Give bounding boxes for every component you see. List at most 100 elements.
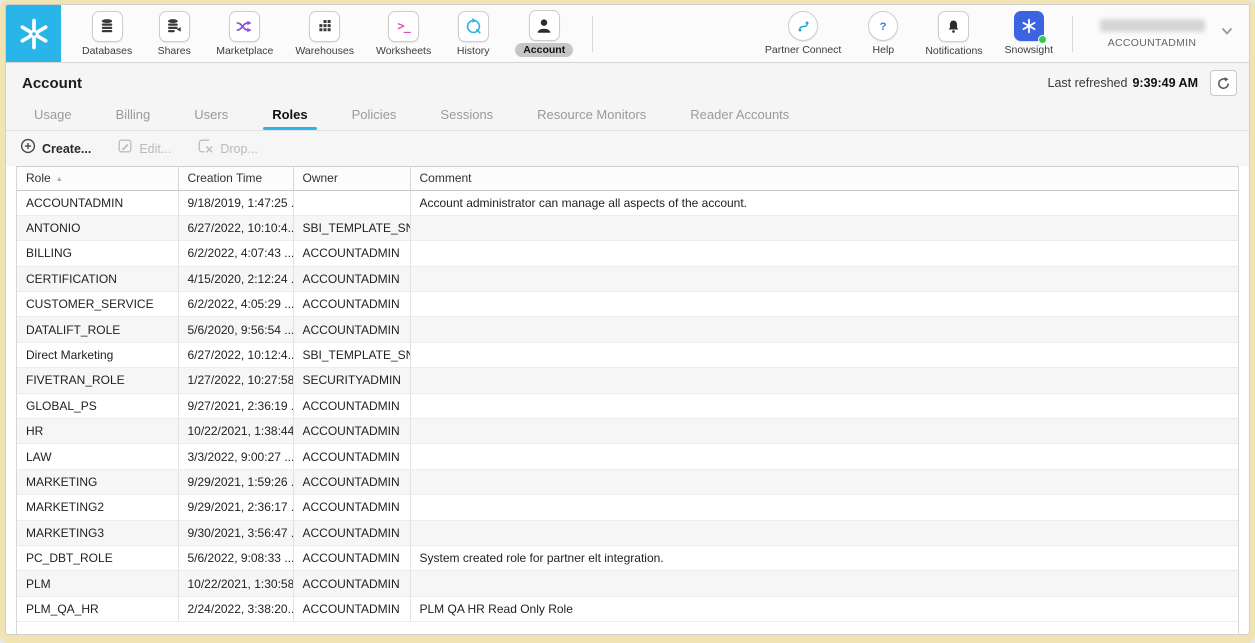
toolbar-divider: [592, 16, 593, 52]
cell-owner: ACCOUNTADMIN: [293, 571, 410, 596]
table-row[interactable]: PC_DBT_ROLE5/6/2022, 9:08:33 ...ACCOUNTA…: [17, 545, 1238, 570]
table-row[interactable]: BILLING6/2/2022, 4:07:43 ...ACCOUNTADMIN: [17, 241, 1238, 266]
create-icon: [20, 138, 36, 159]
cell-role: CERTIFICATION: [17, 266, 178, 291]
table-row[interactable]: DATALIFT_ROLE5/6/2020, 9:56:54 ...ACCOUN…: [17, 317, 1238, 342]
cell-comment: [410, 292, 1238, 317]
nav-item-shares[interactable]: Shares: [143, 11, 205, 57]
svg-text:?: ?: [880, 21, 887, 33]
table-row[interactable]: MARKETING9/29/2021, 1:59:26 ...ACCOUNTAD…: [17, 469, 1238, 494]
table-row[interactable]: PLM_QA_HR2/24/2022, 3:38:20...ACCOUNTADM…: [17, 596, 1238, 621]
cell-role: PLM: [17, 571, 178, 596]
cell-creation-time: 9/29/2021, 2:36:17 ...: [178, 495, 293, 520]
table-row[interactable]: PLM10/22/2021, 1:30:58...ACCOUNTADMIN: [17, 571, 1238, 596]
cell-comment: [410, 393, 1238, 418]
cell-owner: SECURITYADMIN: [293, 368, 410, 393]
nav-item-history[interactable]: History: [442, 11, 504, 57]
cell-role: CUSTOMER_SERVICE: [17, 292, 178, 317]
page-title: Account: [22, 75, 82, 92]
toolbar-item-notifications[interactable]: Notifications: [914, 11, 993, 57]
tab-billing[interactable]: Billing: [116, 107, 151, 130]
cell-comment: [410, 317, 1238, 342]
tab-sessions[interactable]: Sessions: [440, 107, 493, 130]
nav-item-worksheets[interactable]: >_Worksheets: [365, 11, 442, 57]
cell-role: Direct Marketing: [17, 342, 178, 367]
table-row[interactable]: ACCOUNTADMIN9/18/2019, 1:47:25 ...Accoun…: [17, 190, 1238, 215]
marketplace-icon: [229, 11, 260, 42]
tab-policies[interactable]: Policies: [352, 107, 397, 130]
column-header-role[interactable]: Role▲: [17, 167, 178, 190]
shares-icon: [159, 11, 190, 42]
tab-reader-accounts[interactable]: Reader Accounts: [690, 107, 789, 130]
column-header-label: Creation Time: [188, 171, 263, 185]
create-button[interactable]: Create...: [20, 138, 91, 159]
cell-role: GLOBAL_PS: [17, 393, 178, 418]
toolbar-item-label: Snowsight: [1005, 44, 1053, 56]
help-icon: ?: [868, 11, 898, 41]
action-label: Edit...: [139, 142, 171, 156]
toolbar-right-group: Partner Connect? Help Notifications Snowsig…: [754, 5, 1249, 62]
cell-owner: SBI_TEMPLATE_SN...: [293, 215, 410, 240]
tab-users[interactable]: Users: [194, 107, 228, 130]
cell-role: DATALIFT_ROLE: [17, 317, 178, 342]
snowflake-classic-console: Databases SharesMarketplaceWarehouses>_Wo…: [5, 4, 1250, 635]
chevron-down-icon[interactable]: [1219, 23, 1235, 44]
cell-owner: ACCOUNTADMIN: [293, 292, 410, 317]
cell-comment: [410, 419, 1238, 444]
refresh-button[interactable]: [1210, 70, 1237, 96]
last-refreshed-time: 9:39:49 AM: [1132, 76, 1198, 90]
nav-item-warehouses[interactable]: Warehouses: [284, 11, 365, 57]
cell-comment: System created role for partner elt inte…: [410, 545, 1238, 570]
toolbar-item-partner-connect[interactable]: Partner Connect: [754, 11, 852, 56]
cell-owner: ACCOUNTADMIN: [293, 393, 410, 418]
nav-item-label: Databases: [82, 45, 132, 57]
table-row[interactable]: CERTIFICATION4/15/2020, 2:12:24 ...ACCOU…: [17, 266, 1238, 291]
table-row[interactable]: GLOBAL_PS9/27/2021, 2:36:19 ...ACCOUNTAD…: [17, 393, 1238, 418]
cell-role: ANTONIO: [17, 215, 178, 240]
table-row[interactable]: HR10/22/2021, 1:38:44...ACCOUNTADMIN: [17, 419, 1238, 444]
cell-creation-time: 6/2/2022, 4:05:29 ...: [178, 292, 293, 317]
toolbar-item-label: Help: [873, 44, 895, 56]
table-row[interactable]: LAW3/3/2022, 9:00:27 ...ACCOUNTADMIN: [17, 444, 1238, 469]
cell-owner: ACCOUNTADMIN: [293, 469, 410, 494]
cell-creation-time: 6/27/2022, 10:12:4...: [178, 342, 293, 367]
column-header-creation-time[interactable]: Creation Time: [178, 167, 293, 190]
table-row[interactable]: FIVETRAN_ROLE1/27/2022, 10:27:58...SECUR…: [17, 368, 1238, 393]
snowflake-logo-icon: [17, 17, 51, 51]
cell-comment: [410, 469, 1238, 494]
nav-item-account[interactable]: Account: [504, 10, 584, 57]
tab-roles[interactable]: Roles: [272, 107, 307, 130]
cell-comment: Account administrator can manage all asp…: [410, 190, 1238, 215]
table-row[interactable]: Direct Marketing6/27/2022, 10:12:4...SBI…: [17, 342, 1238, 367]
title-row: Account Last refreshed 9:39:49 AM: [6, 63, 1249, 103]
column-header-label: Comment: [420, 171, 472, 185]
cell-comment: [410, 368, 1238, 393]
cell-comment: [410, 241, 1238, 266]
snowflake-logo[interactable]: [6, 5, 61, 62]
roles-table-container: Role▲ Creation Time Owner Comment ACCOUNTAD…: [16, 166, 1239, 634]
user-menu[interactable]: ACCOUNTADMIN: [1087, 19, 1217, 49]
toolbar-item-snowsight[interactable]: Snowsight: [994, 11, 1064, 56]
cell-comment: PLM QA HR Read Only Role: [410, 596, 1238, 621]
cell-creation-time: 10/22/2021, 1:30:58...: [178, 571, 293, 596]
column-header-comment[interactable]: Comment: [410, 167, 1238, 190]
table-row[interactable]: ANTONIO6/27/2022, 10:10:4...SBI_TEMPLATE…: [17, 215, 1238, 240]
table-row[interactable]: MARKETING39/30/2021, 3:56:47 ...ACCOUNTA…: [17, 520, 1238, 545]
cell-creation-time: 5/6/2020, 9:56:54 ...: [178, 317, 293, 342]
history-icon: [458, 11, 489, 42]
cell-role: MARKETING: [17, 469, 178, 494]
edit-button: Edit...: [117, 138, 171, 159]
tab-resource-monitors[interactable]: Resource Monitors: [537, 107, 646, 130]
column-header-owner[interactable]: Owner: [293, 167, 410, 190]
account-tabs: Usage Billing Users Roles Policies Sessions Re…: [6, 103, 1249, 131]
nav-item-marketplace[interactable]: Marketplace: [205, 11, 284, 57]
cell-owner: ACCOUNTADMIN: [293, 266, 410, 291]
toolbar-item-label: Notifications: [925, 45, 982, 57]
tab-usage[interactable]: Usage: [34, 107, 72, 130]
table-row[interactable]: MARKETING29/29/2021, 2:36:17 ...ACCOUNTA…: [17, 495, 1238, 520]
nav-item-databases[interactable]: Databases: [71, 11, 143, 57]
cell-comment: [410, 571, 1238, 596]
cell-creation-time: 9/27/2021, 2:36:19 ...: [178, 393, 293, 418]
toolbar-item-help[interactable]: ? Help: [852, 11, 914, 56]
table-row[interactable]: CUSTOMER_SERVICE6/2/2022, 4:05:29 ...ACC…: [17, 292, 1238, 317]
